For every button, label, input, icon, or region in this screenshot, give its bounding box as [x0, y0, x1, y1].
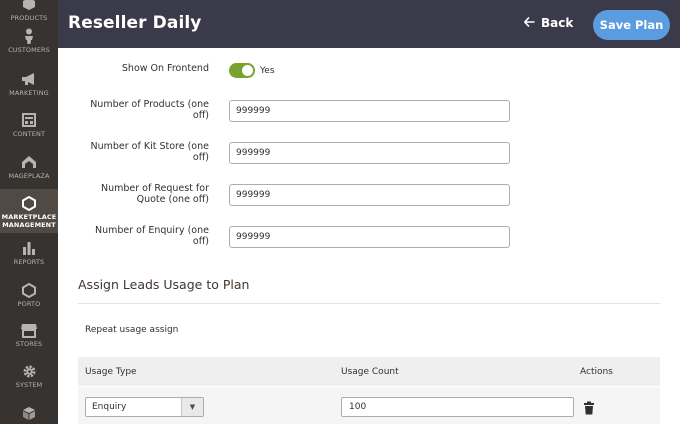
section-title: Assign Leads Usage to Plan — [78, 277, 250, 292]
megaphone-icon — [21, 71, 37, 87]
column-header-usage-count: Usage Count — [341, 367, 399, 377]
show-on-frontend-toggle[interactable] — [229, 63, 255, 78]
number-of-enquiry-input[interactable] — [229, 226, 510, 248]
label-line: Number of Products (one — [90, 99, 209, 110]
sidebar-item-label: PRODUCTS — [10, 14, 48, 22]
page-title: Reseller Daily — [68, 13, 202, 33]
sidebar-item-label: MAGEPLAZA — [8, 172, 50, 180]
back-button-label: Back — [541, 16, 574, 30]
sidebar-item-extra[interactable] — [0, 405, 58, 421]
sidebar-item-stores[interactable]: STORES — [0, 322, 58, 348]
usage-table-header: Usage Type Usage Count Actions — [78, 357, 660, 386]
repeat-usage-label: Repeat usage assign — [85, 325, 179, 335]
sidebar-item-label: CONTENT — [12, 130, 46, 138]
storefront-icon — [21, 322, 37, 338]
number-of-kit-store-label: Number of Kit Store (one off) — [80, 141, 210, 163]
sidebar-item-label: PORTO — [17, 300, 41, 308]
column-header-actions: Actions — [580, 367, 613, 377]
toggle-state-text: Yes — [260, 66, 275, 76]
arrow-left-icon — [523, 16, 535, 30]
sidebar-item-mageplaza[interactable]: MAGEPLAZA — [0, 154, 58, 180]
box-icon — [21, 0, 37, 12]
label-line: Number of Request for — [100, 183, 209, 194]
usage-type-value: Enquiry — [92, 402, 127, 412]
sidebar-item-marketing[interactable]: MARKETING — [0, 71, 58, 97]
usage-count-input[interactable] — [341, 397, 574, 417]
chevron-down-icon: ▼ — [181, 398, 203, 416]
page-header: Reseller Daily Back Save Plan — [58, 0, 680, 48]
sidebar-item-label: STORES — [15, 340, 43, 348]
toggle-knob — [242, 65, 253, 76]
sidebar-item-label: REPORTS — [13, 258, 45, 266]
trash-icon[interactable] — [583, 400, 595, 415]
usage-type-select[interactable]: Enquiry ▼ — [85, 397, 204, 417]
label-line: Quote (one off) — [136, 194, 209, 205]
hexagon-icon — [21, 195, 37, 211]
sidebar-item-products[interactable]: PRODUCTS — [0, 0, 58, 22]
sidebar-item-marketplace-management[interactable]: MARKETPLACE MANAGEMENT — [0, 189, 58, 233]
sidebar-item-label: SYSTEM — [15, 381, 43, 389]
label-line: off) — [192, 152, 209, 163]
gear-icon — [21, 363, 37, 379]
number-of-enquiry-label: Number of Enquiry (one off) — [80, 225, 209, 247]
mageplaza-icon — [21, 154, 37, 170]
sidebar-item-content[interactable]: CONTENT — [0, 112, 58, 138]
label-line: Number of Enquiry (one — [94, 225, 209, 236]
sidebar-item-porto[interactable]: PORTO — [0, 282, 58, 308]
column-header-usage-type: Usage Type — [85, 367, 137, 377]
bar-chart-icon — [21, 240, 37, 256]
number-of-request-for-quote-label: Number of Request for Quote (one off) — [80, 183, 209, 205]
label-line: Number of Kit Store (one — [90, 141, 210, 152]
show-on-frontend-label: Show On Frontend — [121, 63, 209, 74]
person-icon — [21, 28, 37, 44]
number-of-request-for-quote-input[interactable] — [229, 184, 510, 206]
layout-icon — [21, 112, 37, 128]
save-plan-button[interactable]: Save Plan — [593, 10, 670, 40]
number-of-kit-store-input[interactable] — [229, 142, 510, 164]
number-of-products-label: Number of Products (one off) — [80, 99, 209, 121]
hexagon-outline-icon — [21, 282, 37, 298]
sidebar-item-customers[interactable]: CUSTOMERS — [0, 28, 58, 54]
sidebar-item-reports[interactable]: REPORTS — [0, 240, 58, 266]
sidebar-item-system[interactable]: SYSTEM — [0, 363, 58, 389]
back-button[interactable]: Back — [523, 16, 574, 30]
number-of-products-input[interactable] — [229, 100, 510, 122]
sidebar-item-label: MARKETING — [9, 89, 49, 97]
section-divider — [78, 303, 660, 304]
sidebar-item-label: CUSTOMERS — [8, 46, 50, 54]
label-line: off) — [192, 110, 209, 121]
sidebar-item-label: MARKETPLACE MANAGEMENT — [1, 213, 57, 229]
admin-sidebar: PRODUCTS CUSTOMERS MARKETING CONTENT MAG… — [0, 0, 58, 424]
cube-icon — [21, 405, 37, 421]
label-line: off) — [192, 236, 209, 247]
